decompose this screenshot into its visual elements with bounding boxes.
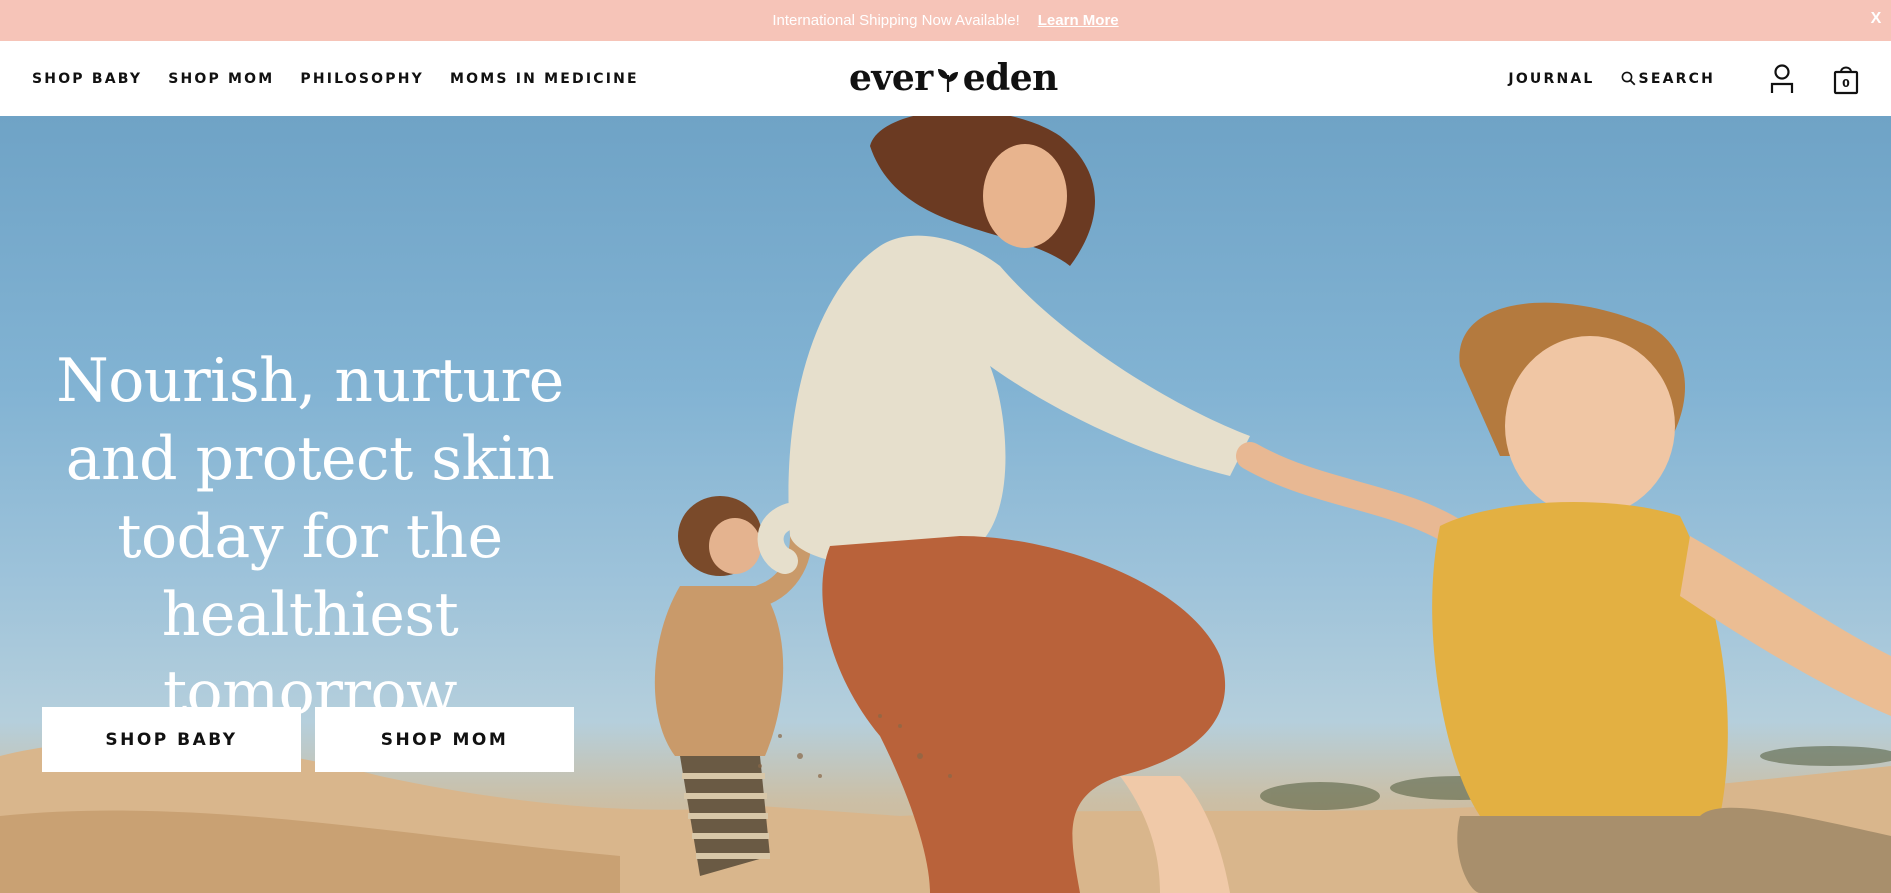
- learn-more-link[interactable]: Learn More: [1038, 12, 1119, 29]
- search-button[interactable]: SEARCH: [1621, 71, 1741, 87]
- announcement-bar: International Shipping Now Available! Le…: [0, 0, 1891, 41]
- logo-text-right: eden: [962, 57, 1059, 99]
- close-announcement-button[interactable]: X: [1867, 10, 1885, 30]
- primary-nav: SHOP BABY SHOP MOM PHILOSOPHY MOMS IN ME…: [32, 41, 639, 116]
- cart-count: 0: [1842, 76, 1850, 90]
- hero-cta-group: SHOP BABY SHOP MOM: [42, 707, 574, 772]
- nav-moms-in-medicine[interactable]: MOMS IN MEDICINE: [450, 71, 639, 87]
- shop-baby-button[interactable]: SHOP BABY: [42, 707, 301, 772]
- site-logo[interactable]: ever eden: [849, 52, 1058, 104]
- logo-text-left: ever: [849, 57, 933, 99]
- sprout-icon: [937, 69, 958, 92]
- shop-mom-button[interactable]: SHOP MOM: [315, 707, 574, 772]
- announcement-message: International Shipping Now Available!: [772, 12, 1020, 29]
- nav-shop-baby[interactable]: SHOP BABY: [32, 71, 142, 87]
- cart-button[interactable]: 0: [1831, 62, 1861, 96]
- nav-philosophy[interactable]: PHILOSOPHY: [300, 71, 424, 87]
- site-header: SHOP BABY SHOP MOM PHILOSOPHY MOMS IN ME…: [0, 41, 1891, 116]
- utility-nav: JOURNAL SEARCH 0: [1508, 41, 1861, 116]
- account-button[interactable]: [1767, 62, 1797, 96]
- nav-shop-mom[interactable]: SHOP MOM: [168, 71, 274, 87]
- account-icon: [1770, 63, 1794, 93]
- search-icon: [1621, 71, 1635, 86]
- nav-journal[interactable]: JOURNAL: [1508, 71, 1594, 87]
- search-label: SEARCH: [1638, 70, 1715, 87]
- hero-headline: Nourish, nurture and protect skin today …: [56, 346, 564, 728]
- hero-banner: Nourish, nurture and protect skin today …: [0, 116, 1891, 893]
